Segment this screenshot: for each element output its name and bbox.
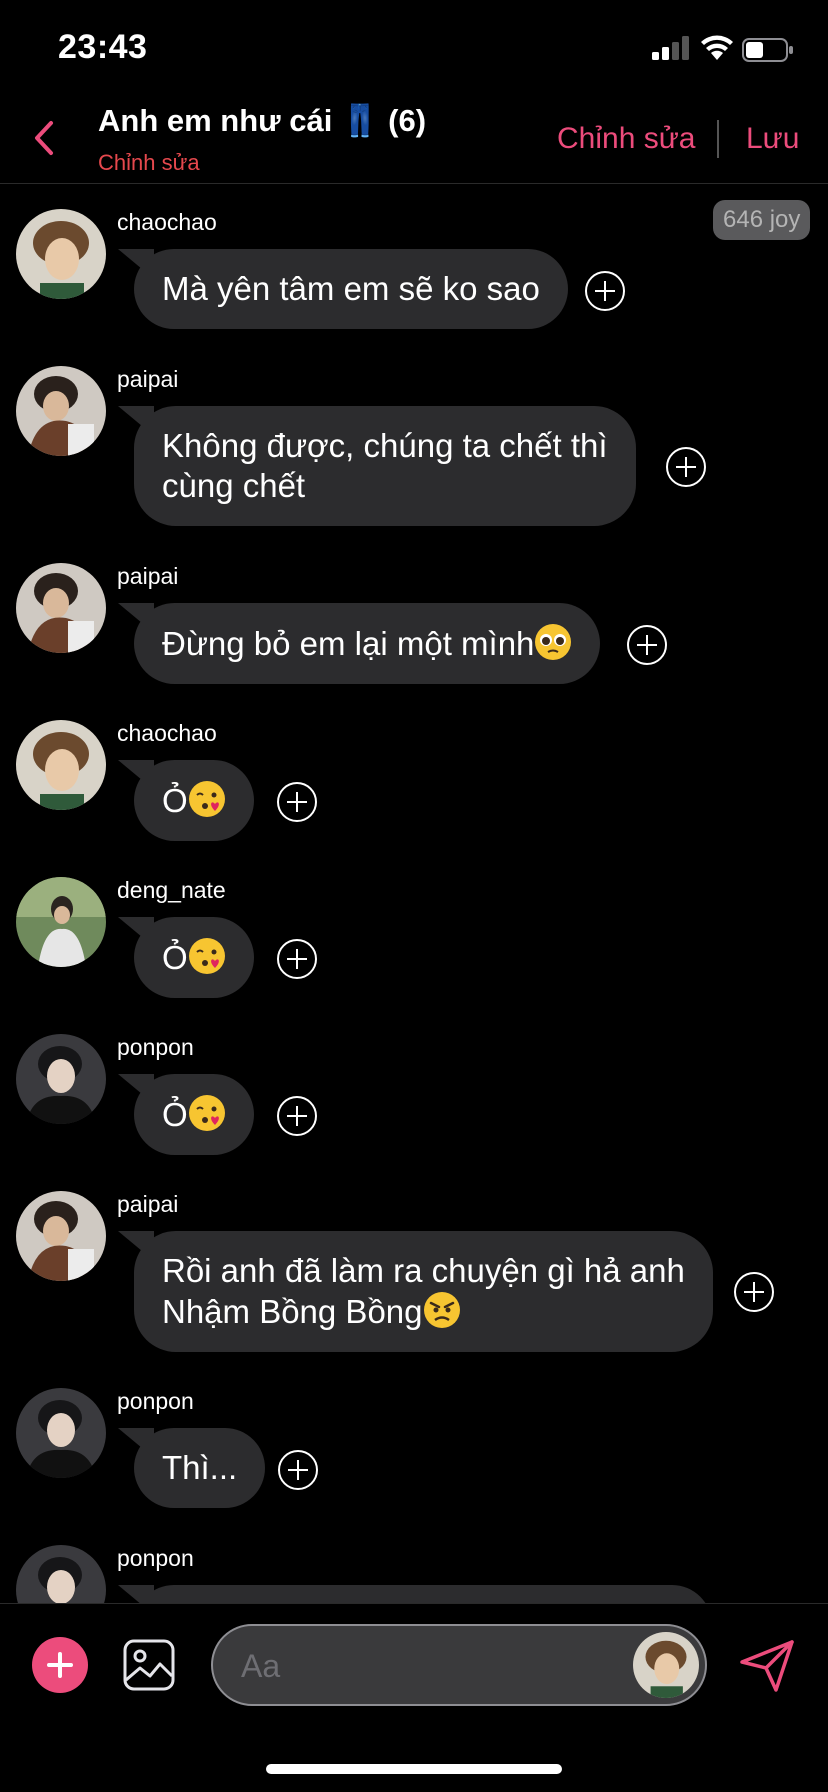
- sender-name: paipai: [117, 1191, 179, 1217]
- sender-name: paipai: [117, 563, 179, 589]
- add-reaction-icon[interactable]: [626, 624, 668, 666]
- avatar[interactable]: [16, 366, 106, 456]
- add-button[interactable]: [32, 1637, 88, 1693]
- edit-button[interactable]: Chỉnh sửa: [557, 122, 696, 156]
- back-button[interactable]: [26, 116, 62, 160]
- home-indicator: [266, 1764, 562, 1774]
- header-divider: [717, 120, 719, 158]
- angry-face-icon: [423, 1292, 460, 1328]
- message-list[interactable]: 646 joy chaochao Mà yên tâm em sẽ ko sao…: [0, 185, 828, 1603]
- kissing-heart-icon: [188, 781, 225, 817]
- add-reaction-icon[interactable]: [584, 270, 626, 312]
- plus-icon: [47, 1652, 73, 1678]
- save-button[interactable]: Lưu: [746, 122, 799, 156]
- message-text: Nhậm Bồng Bồng: [162, 1293, 423, 1330]
- message-input[interactable]: [241, 1644, 571, 1688]
- kissing-heart-icon: [188, 1095, 225, 1131]
- avatar[interactable]: [16, 1388, 106, 1478]
- battery-icon: [742, 38, 793, 62]
- send-icon[interactable]: [738, 1638, 796, 1694]
- message-text: Ỏ: [162, 782, 188, 819]
- sender-name: ponpon: [117, 1388, 194, 1414]
- sender-name: chaochao: [117, 209, 217, 235]
- message-bubble[interactable]: Ỏ: [134, 760, 254, 841]
- message-text: Ỏ: [162, 939, 188, 976]
- avatar[interactable]: [16, 877, 106, 967]
- add-reaction-icon[interactable]: [276, 938, 318, 980]
- avatar[interactable]: [16, 563, 106, 653]
- message-bubble[interactable]: Đừng bỏ em lại một mình: [134, 603, 601, 684]
- sender-avatar-toggle[interactable]: [633, 1632, 699, 1698]
- message-text: Ỏ: [162, 1096, 188, 1133]
- chevron-left-icon: [35, 121, 53, 155]
- status-bar: 23:43: [0, 0, 828, 90]
- sender-name: chaochao: [117, 720, 217, 746]
- wifi-icon: [701, 35, 733, 60]
- cellular-signal-icon: [652, 36, 689, 60]
- message-text: Thì...: [162, 1449, 238, 1486]
- message-text: Rồi anh đã làm ra chuyện gì hả anh: [162, 1252, 685, 1289]
- message-bubble[interactable]: Mà yên tâm em sẽ ko sao: [134, 249, 568, 329]
- avatar[interactable]: [16, 209, 106, 299]
- kissing-heart-icon: [188, 938, 225, 974]
- message-text: Đừng bỏ em lại một mình: [162, 625, 535, 662]
- message-bubble[interactable]: Ỏ: [134, 1074, 254, 1155]
- add-reaction-icon[interactable]: [276, 1095, 318, 1137]
- avatar[interactable]: [16, 1545, 106, 1603]
- message-bubble[interactable]: Không được, chúng ta chết thì cùng chết: [134, 406, 636, 526]
- avatar[interactable]: [16, 720, 106, 810]
- message-bubble[interactable]: Ỏ: [134, 917, 254, 998]
- group-title: Anh em như cái 👖 (6): [98, 103, 427, 138]
- message-text: cùng chết: [162, 467, 306, 504]
- message-bubble[interactable]: Thì...: [134, 1428, 266, 1508]
- sender-name: ponpon: [117, 1034, 194, 1060]
- avatar[interactable]: [16, 1191, 106, 1281]
- pleading-face-icon: [535, 624, 572, 660]
- group-subtitle[interactable]: Chỉnh sửa: [98, 150, 200, 176]
- add-reaction-icon[interactable]: [665, 446, 707, 488]
- add-reaction-icon[interactable]: [276, 781, 318, 823]
- sender-name: paipai: [117, 366, 179, 392]
- add-reaction-icon[interactable]: [733, 1271, 775, 1313]
- image-icon[interactable]: [122, 1638, 176, 1692]
- add-reaction-icon[interactable]: [277, 1449, 319, 1491]
- sender-name: deng_nate: [117, 877, 226, 903]
- message-bubble[interactable]: [134, 1585, 712, 1603]
- message-text: Không được, chúng ta chết thì: [162, 427, 608, 464]
- chat-header: Anh em như cái 👖 (6) Chỉnh sửa Chỉnh sửa…: [0, 92, 828, 184]
- message-input-wrapper: [211, 1624, 707, 1706]
- avatar[interactable]: [16, 1034, 106, 1124]
- joy-badge: 646 joy: [713, 200, 811, 240]
- composer-bar: [0, 1603, 828, 1723]
- message-text: Mà yên tâm em sẽ ko sao: [162, 270, 540, 307]
- status-time: 23:43: [58, 28, 148, 66]
- sender-name: ponpon: [117, 1545, 194, 1571]
- message-bubble[interactable]: Rồi anh đã làm ra chuyện gì hả anh Nhậm …: [134, 1231, 713, 1352]
